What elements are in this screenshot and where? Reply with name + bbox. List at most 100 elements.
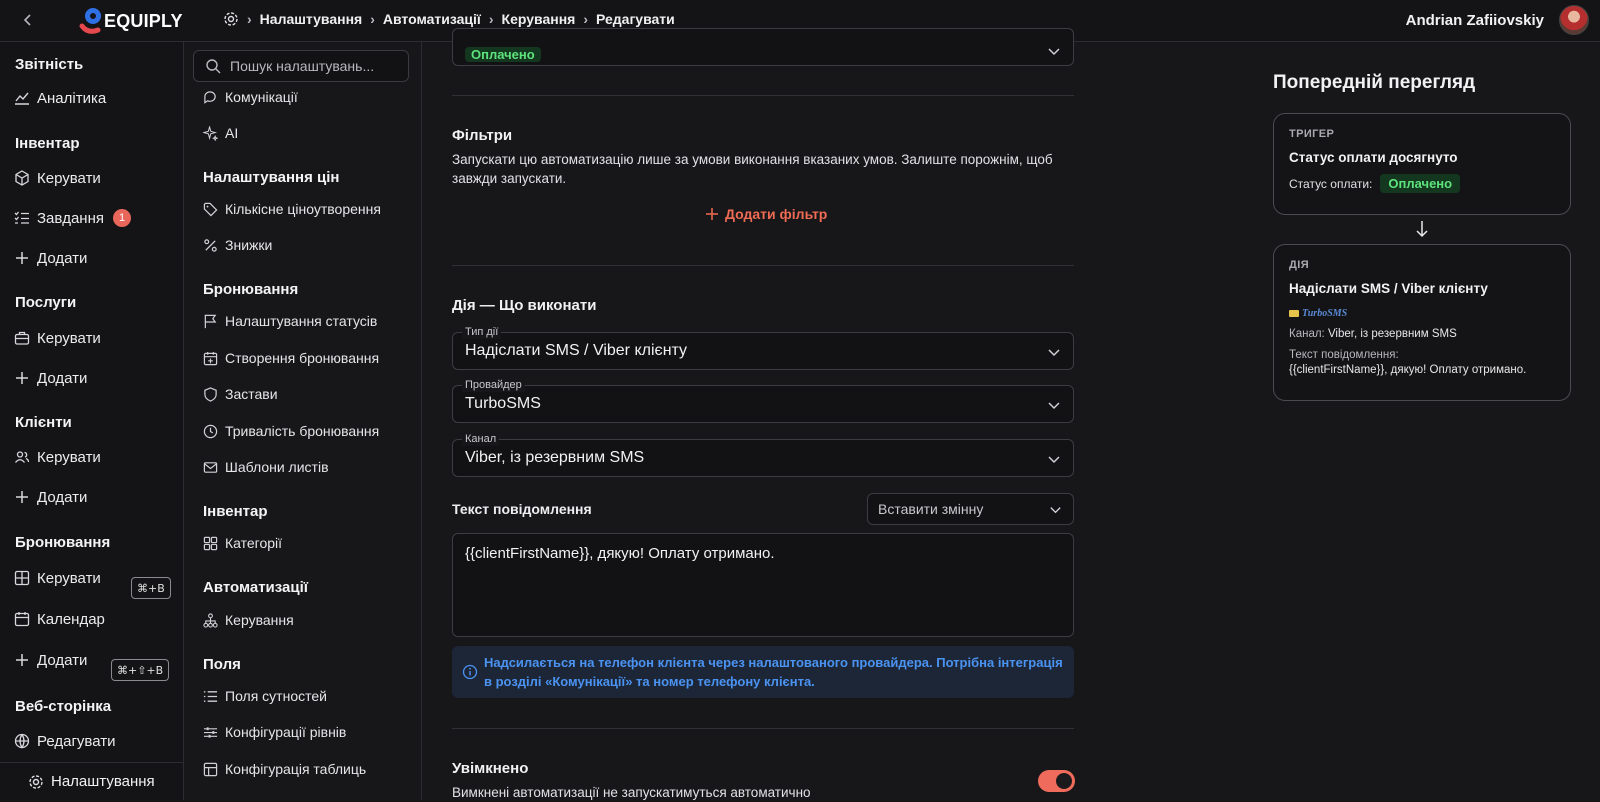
percent-icon <box>204 238 217 252</box>
arrow-down-icon <box>1416 221 1428 238</box>
action-card: ДІЯ Надіслати SMS / Viber клієнту TurboS… <box>1273 244 1571 401</box>
action-kicker: ДІЯ <box>1289 259 1309 271</box>
settings-group-title: Бронювання <box>203 281 299 298</box>
breadcrumb-item[interactable]: Автоматизації <box>383 11 481 27</box>
settings-item-email-templates[interactable]: Шаблони листів <box>203 456 329 478</box>
settings-item-booking-duration[interactable]: Тривалість бронювання <box>203 420 379 442</box>
avatar[interactable] <box>1559 5 1589 35</box>
channel-select[interactable]: Канал Viber, із резервним SMS <box>452 432 1074 477</box>
sidebar-item-bookings-add[interactable]: Додати <box>14 648 87 672</box>
settings-item-communications[interactable]: Комунікації <box>203 86 298 108</box>
action-type-select[interactable]: Тип дії Надіслати SMS / Viber клієнту <box>452 325 1074 370</box>
sidebar-item-inventory-manage[interactable]: Керувати <box>14 166 101 190</box>
logo-text: EQUIPLY <box>104 10 183 31</box>
add-filter-label: Додати фільтр <box>725 206 828 222</box>
message-textarea[interactable]: {{clientFirstName}}, дякую! Оплату отрим… <box>452 533 1074 637</box>
sliders-icon <box>203 726 218 738</box>
grid-icon <box>14 570 30 586</box>
flag-icon <box>204 314 217 328</box>
shortcut-badge: ⌘+B <box>131 577 171 599</box>
grid-icon <box>203 536 218 550</box>
settings-item-ai[interactable]: AI <box>203 122 238 144</box>
user-name[interactable]: Andrian Zafiiovskiy <box>1406 12 1544 29</box>
sidebar-item-label: Редагувати <box>37 732 116 750</box>
list-icon <box>203 690 218 702</box>
payment-status-pill: Оплачено <box>465 47 541 62</box>
chevron-down-icon <box>1048 48 1060 56</box>
sidebar-item-analytics[interactable]: Аналітика <box>14 86 106 110</box>
settings-item-label: Знижки <box>225 237 273 253</box>
search-placeholder: Пошук налаштувань... <box>230 58 375 74</box>
insert-variable-select[interactable]: Вставити змінну <box>867 493 1074 525</box>
settings-item-automations-manage[interactable]: Керування <box>203 609 294 631</box>
sidebar-item-label: Додати <box>37 651 88 669</box>
sidebar-item-calendar[interactable]: Календар <box>14 607 105 631</box>
section-divider <box>452 728 1074 729</box>
breadcrumb-separator-icon: › <box>583 11 588 27</box>
sidebar-item-label: Завдання <box>37 209 104 227</box>
trigger-status-pill: Оплачено <box>1380 174 1461 193</box>
settings-item-booking-creation[interactable]: Створення бронювання <box>203 347 379 369</box>
workflow-icon <box>203 612 218 628</box>
sidebar-item-bookings-manage[interactable]: Керувати <box>14 566 101 590</box>
section-divider <box>452 95 1074 96</box>
settings-search-input[interactable]: Пошук налаштувань... <box>193 50 409 82</box>
breadcrumb-item[interactable]: Налаштування <box>260 11 363 27</box>
settings-item-deposits[interactable]: Застави <box>203 383 278 405</box>
message-label: Текст повідомлення <box>452 501 592 517</box>
settings-item-discounts[interactable]: Знижки <box>203 234 272 256</box>
settings-item-statuses[interactable]: Налаштування статусів <box>203 310 377 332</box>
settings-item-entity-fields[interactable]: Поля сутностей <box>203 685 327 707</box>
gear-icon[interactable] <box>223 11 239 27</box>
provider-value: TurboSMS <box>465 395 541 412</box>
chevron-down-icon <box>1048 402 1060 410</box>
sidebar-settings-label: Налаштування <box>51 773 155 790</box>
action-channel-value: Viber, із резервним SMS <box>1327 328 1457 340</box>
shield-icon <box>204 386 217 402</box>
sidebar-item-label: Додати <box>37 249 88 267</box>
settings-item-categories[interactable]: Категорії <box>203 532 282 554</box>
app-logo[interactable]: EQUIPLY <box>78 5 183 37</box>
add-filter-button[interactable]: Додати фільтр <box>705 206 827 222</box>
sidebar-section-title: Веб-сторінка <box>15 698 112 715</box>
settings-item-label: Тривалість бронювання <box>225 423 380 439</box>
settings-item-label: Конфігурація таблиць <box>225 761 367 777</box>
shortcut-badge: ⌘+⇧+B <box>111 659 170 681</box>
sidebar-item-inventory-add[interactable]: Додати <box>14 246 87 270</box>
sidebar-settings-link[interactable]: Налаштування <box>0 762 184 800</box>
back-chevron-icon[interactable] <box>20 12 36 28</box>
enabled-toggle[interactable] <box>1038 770 1075 792</box>
sidebar-item-services-manage[interactable]: Керувати <box>14 326 101 350</box>
sparkle-icon <box>203 125 218 141</box>
list-check-icon <box>14 211 29 224</box>
info-icon <box>462 664 478 680</box>
provider-select[interactable]: Провайдер TurboSMS <box>452 378 1074 423</box>
calendar-icon <box>14 612 30 627</box>
payment-status-select[interactable]: Оплачено <box>452 28 1074 66</box>
settings-item-quantity-pricing[interactable]: Кількісне ціноутворення <box>203 198 381 220</box>
settings-item-label: Категорії <box>225 535 283 551</box>
settings-item-label: Кількісне ціноутворення <box>225 201 381 217</box>
sidebar-item-website-edit[interactable]: Редагувати <box>14 729 116 753</box>
sidebar-item-label: Керувати <box>37 569 101 587</box>
globe-icon <box>14 733 30 749</box>
sidebar-item-services-add[interactable]: Додати <box>14 366 87 390</box>
settings-item-label: Створення бронювання <box>225 350 380 366</box>
plus-icon <box>16 654 28 666</box>
sidebar-item-clients-manage[interactable]: Керувати <box>14 445 101 469</box>
settings-group-title: Налаштування цін <box>203 169 340 186</box>
settings-item-label: Комунікації <box>225 89 298 105</box>
sidebar-item-clients-add[interactable]: Додати <box>14 485 87 509</box>
settings-item-table-config[interactable]: Конфігурація таблиць <box>203 758 366 780</box>
enabled-description: Вимкнені автоматизації не запускатимутьс… <box>452 785 811 800</box>
action-message-value: {{clientFirstName}}, дякую! Оплату отрим… <box>1289 364 1527 376</box>
breadcrumb: › Налаштування › Автоматизації › Керуван… <box>223 11 675 27</box>
preview-title: Попередній перегляд <box>1273 72 1476 93</box>
sidebar-item-label: Додати <box>37 369 88 387</box>
cube-icon <box>15 170 29 186</box>
chat-icon <box>204 90 216 104</box>
breadcrumb-item[interactable]: Керування <box>502 11 576 27</box>
sidebar-item-tasks[interactable]: Завдання 1 <box>14 206 131 230</box>
settings-item-level-configs[interactable]: Конфігурації рівнів <box>203 721 346 743</box>
sidebar-section-title: Інвентар <box>15 135 80 152</box>
